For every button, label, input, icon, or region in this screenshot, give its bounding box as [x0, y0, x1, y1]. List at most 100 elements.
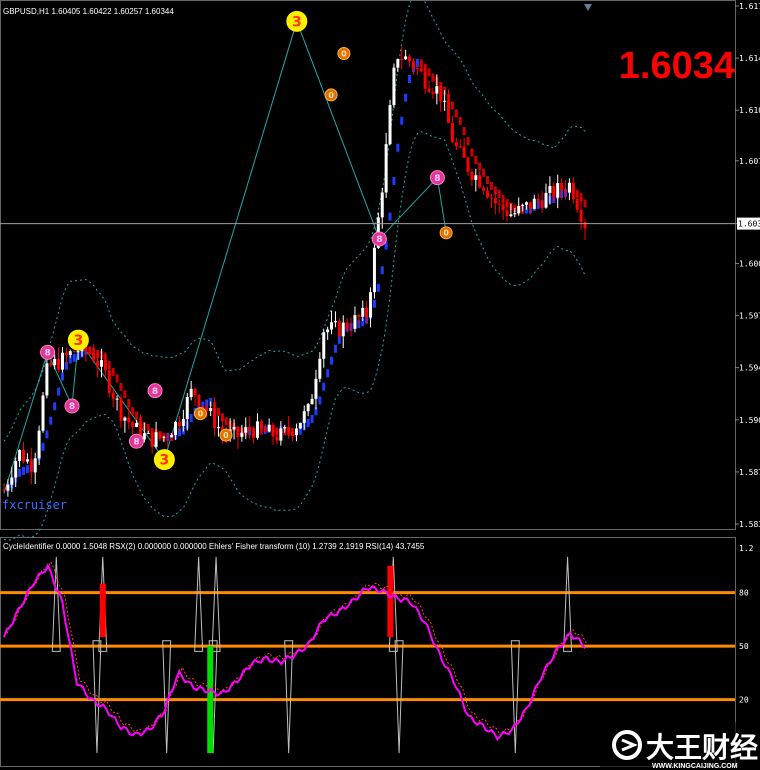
candle-body [76, 351, 80, 353]
candle-body [478, 175, 482, 188]
candle-body [33, 458, 37, 473]
candle-body [489, 197, 493, 199]
candle-body [283, 427, 287, 429]
trend-segment [404, 93, 408, 102]
trend-segment [470, 148, 474, 157]
candle-body [517, 205, 521, 214]
trend-segment [318, 396, 322, 405]
trend-segment [115, 374, 119, 383]
candle-body [189, 388, 193, 398]
wave-marker-label: 3 [159, 453, 169, 469]
trend-segment [49, 416, 53, 425]
candle-body [127, 417, 131, 423]
candle-body [209, 408, 213, 411]
candle-body [60, 352, 64, 370]
candle-body [103, 360, 107, 371]
candle-body [2, 490, 6, 492]
price-tick-label: 1.5838 [739, 520, 760, 529]
candle-body [6, 484, 10, 491]
trend-segment [216, 407, 220, 416]
candle-body [45, 363, 49, 396]
candle-body [111, 392, 115, 399]
wave-marker-label: 0 [328, 91, 334, 100]
candle-body [423, 71, 427, 89]
candle-body [25, 459, 29, 462]
candle-body [431, 91, 435, 94]
candle-body [49, 363, 53, 366]
candle-body [236, 426, 240, 437]
candle-body [482, 187, 486, 191]
trend-segment [478, 162, 482, 171]
candle-body [419, 68, 423, 72]
price-tick-label: 1.6108 [739, 106, 760, 115]
histogram-bar-red [99, 583, 106, 638]
candle-body [275, 436, 279, 441]
osc-tick-label: 20 [739, 696, 749, 705]
candle-body [380, 192, 384, 218]
trend-segment [458, 116, 462, 125]
candle-body [294, 428, 298, 435]
wave-marker-label: 8 [44, 349, 50, 359]
candle-body [318, 358, 322, 379]
candle-body [493, 198, 497, 204]
trend-segment [376, 283, 380, 292]
candle-body [150, 432, 154, 447]
candle-body [326, 329, 330, 333]
trend-segment [119, 382, 123, 391]
candle-body [68, 351, 72, 355]
candle-body [115, 398, 119, 400]
candle-body [197, 395, 201, 406]
trend-segment [45, 430, 49, 439]
wave-marker-label: 8 [69, 402, 75, 412]
big-price: 1.6034 [619, 45, 735, 87]
trend-segment [224, 417, 228, 426]
indicator-info: CycleIdentifier 0.0000 1.5048 RSX(2) 0.0… [3, 542, 425, 551]
trend-segment [72, 353, 76, 362]
candle-body [408, 56, 412, 62]
candle-body [454, 142, 458, 147]
osc-tick-label: 1.2 [739, 544, 754, 553]
trend-segment [322, 382, 326, 391]
candle-body [135, 423, 139, 427]
trend-segment [388, 212, 392, 221]
candle-body [497, 203, 501, 205]
trend-segment [431, 73, 435, 82]
candle-body [170, 434, 174, 438]
candle-body [552, 186, 556, 198]
trend-segment [497, 189, 501, 198]
candle-body [41, 395, 45, 431]
candle-body [123, 417, 127, 421]
candle-body [415, 68, 419, 70]
trend-segment [146, 423, 150, 432]
candle-body [505, 210, 509, 217]
candle-body [501, 204, 505, 211]
candle-body [185, 397, 189, 420]
trend-segment [131, 407, 135, 416]
candle-body [240, 432, 244, 437]
candle-body [567, 182, 571, 193]
candle-body [193, 388, 197, 396]
trend-segment [21, 466, 25, 475]
candle-body [357, 315, 361, 317]
wave-marker-label: 0 [198, 410, 204, 419]
trading-chart[interactable]: 33388888800000 1.61761.61421.61081.60751… [0, 0, 760, 770]
candle-body [72, 351, 76, 353]
candle-body [439, 86, 443, 102]
current-price-tag-label: 1.6034 [738, 220, 760, 229]
candle-body [146, 432, 150, 434]
candle-body [181, 419, 185, 426]
trend-segment [482, 168, 486, 177]
candle-body [392, 67, 396, 106]
trend-segment [466, 137, 470, 146]
candle-body [548, 186, 552, 193]
candle-body [158, 432, 162, 438]
price-tick-label: 1.5974 [739, 312, 760, 321]
candle-body [291, 431, 295, 435]
price-tick-label: 1.5906 [739, 416, 760, 425]
candle-body [337, 321, 341, 337]
candle-body [575, 199, 579, 210]
candle-body [513, 213, 517, 215]
candle-body [333, 321, 337, 323]
trend-segment [408, 74, 412, 83]
price-tick-label: 1.5872 [739, 468, 760, 477]
